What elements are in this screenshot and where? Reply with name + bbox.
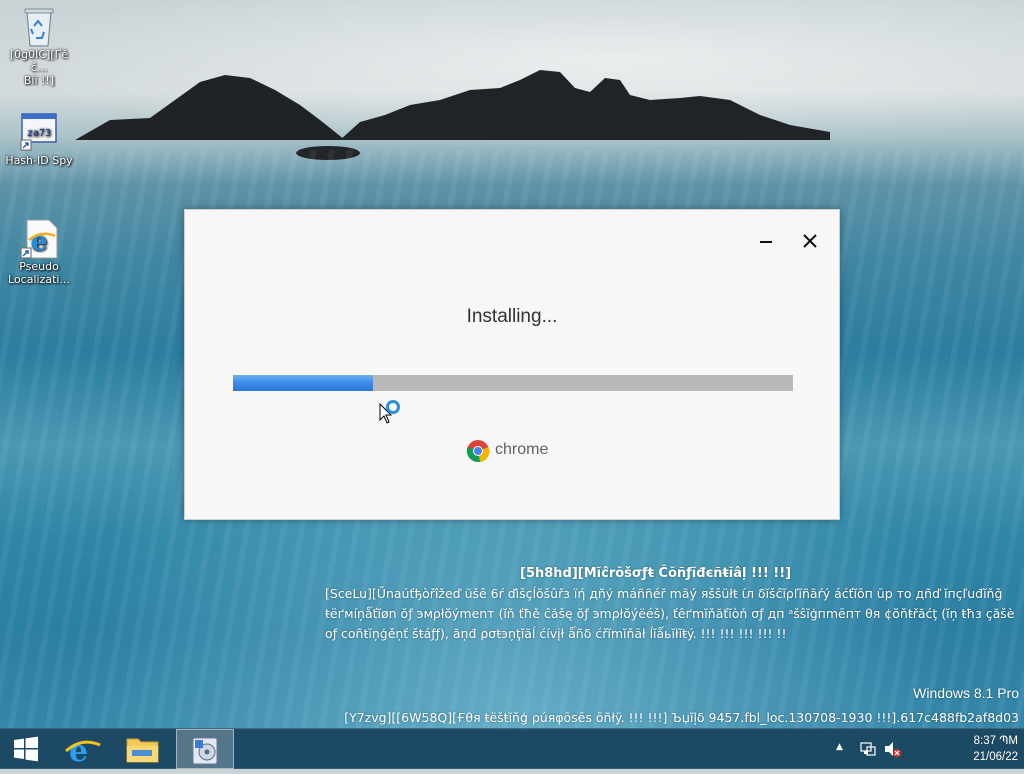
close-button[interactable] <box>799 230 821 252</box>
recycle-bin-glyph <box>19 6 59 47</box>
installing-status: Installing... <box>466 306 558 327</box>
chrome-installer-dialog: Installing... chrome <box>184 209 840 520</box>
chrome-brand-text: chrome <box>495 441 549 458</box>
svg-text:e: e <box>69 734 88 769</box>
svg-text:e: e <box>31 227 48 257</box>
hash-id-spy-label: Hash-ID Spy <box>5 154 73 167</box>
installer-app-icon <box>192 737 218 765</box>
clock-time: 8:37 ՊM <box>973 735 1018 747</box>
recycle-bin-icon[interactable]: [0g0IC][Ґěč... Вії !!] <box>2 6 76 87</box>
minimize-icon <box>760 241 772 243</box>
volume-muted-icon <box>885 742 901 757</box>
watermark-body: [SceLu][Űnaúťђòřîžeď ũšê 6ŕ ďìšçĺŏšûřз ï… <box>325 586 1015 641</box>
clock[interactable]: 8:37 ՊM 21/06/22 <box>973 733 1018 765</box>
chrome-logo-icon <box>466 440 490 463</box>
progress-fill <box>233 375 373 391</box>
minimize-button[interactable] <box>755 230 777 252</box>
build-string: [Y7zvg][[6W58Q][Ғθя ŧëšŧĭňģ ρúяφōsēs ōñł… <box>344 710 1019 725</box>
recycle-bin-label: [0g0IC][Ґěč... Вії !!] <box>9 48 69 87</box>
clock-date: 21/06/22 <box>973 751 1018 763</box>
watermark-title: [5h8hd][Mĭĉrŏšσƒŧ Ĉŏñƒĭđєñŧĭâļ !!! !!] <box>520 566 792 581</box>
windows-edition: Windows 8.1 Pro <box>913 685 1019 701</box>
internet-explorer-icon: e <box>65 734 101 769</box>
pseudo-localization-shortcut[interactable]: e Pseudo Localizati... <box>2 218 76 286</box>
tray-arrow-icon: ▲ <box>836 742 843 752</box>
close-icon <box>803 234 817 248</box>
folder-icon <box>126 738 159 763</box>
internet-explorer-glyph: e <box>19 218 59 259</box>
internet-explorer-taskbar-button[interactable]: e <box>56 729 110 769</box>
network-tray-button[interactable] <box>858 729 878 769</box>
installer-taskbar-button[interactable] <box>176 729 234 769</box>
busy-cursor-icon <box>379 400 400 424</box>
start-button[interactable] <box>0 729 54 769</box>
taskbar: e ▲ 8:37 ՊM 21/06/22 <box>0 728 1024 769</box>
hash-id-spy-glyph: za73 <box>19 112 59 152</box>
show-hidden-icons-button[interactable]: ▲ <box>836 729 850 769</box>
svg-text:za73: za73 <box>27 128 51 139</box>
volume-tray-button[interactable] <box>882 729 902 769</box>
network-icon <box>860 742 876 756</box>
install-progress-bar <box>233 375 793 391</box>
windows-logo-icon <box>14 736 38 762</box>
hash-id-spy-shortcut[interactable]: za73 Hash-ID Spy <box>2 112 76 167</box>
file-explorer-taskbar-button[interactable] <box>116 729 170 769</box>
pseudo-localization-label: Pseudo Localizati... <box>8 260 70 286</box>
